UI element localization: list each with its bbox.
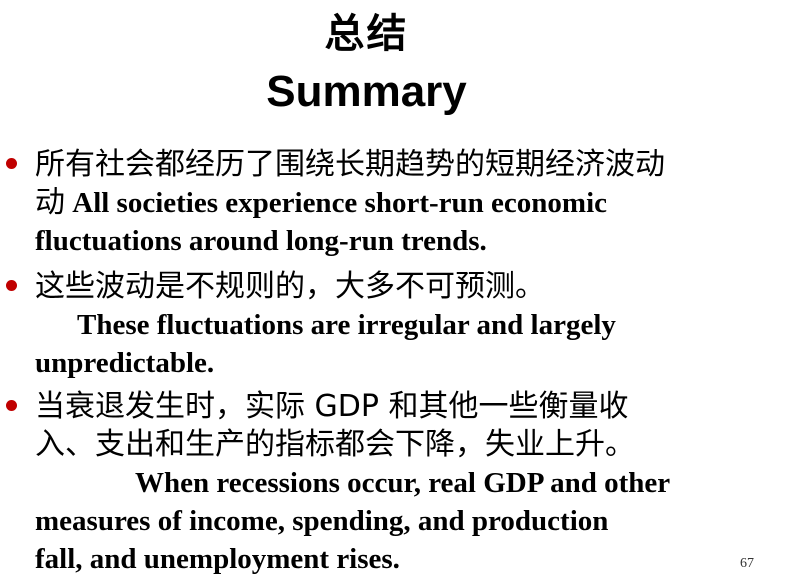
- bullet-1-english-line-1: All societies experience short-run econo…: [72, 187, 607, 219]
- bullet-1-english-line-2: fluctuations around long-run trends.: [35, 225, 487, 257]
- bullet-2-chinese: 这些波动是不规则的，大多不可预测。: [35, 269, 545, 304]
- bullet-dot-icon: [6, 158, 17, 169]
- bullet-dot-icon: [6, 400, 17, 411]
- bullet-item-2: 这些波动是不规则的，大多不可预测。 These fluctuations are…: [0, 268, 754, 382]
- bullet-item-3: 当衰退发生时，实际 GDP 和其他一些衡量收 入、支出和生产的指标都会下降，失业…: [0, 388, 754, 578]
- page-number: 67: [740, 556, 754, 571]
- bullet-2-english-line-2: unpredictable.: [35, 347, 215, 379]
- bullet-3-english-line-2: measures of income, spending, and produc…: [35, 505, 609, 537]
- bullet-1-chinese: 所有社会都经历了围绕长期趋势的短期经济波动: [35, 147, 665, 182]
- bullet-dot-icon: [6, 280, 17, 291]
- bullet-3-chinese-line-2: 入、支出和生产的指标都会下降，失业上升。: [35, 427, 635, 462]
- bullet-3-chinese-line-1: 当衰退发生时，实际 GDP 和其他一些衡量收: [35, 389, 629, 424]
- bullet-list: 所有社会都经历了围绕长期趋势的短期经济波动 动 All societies ex…: [0, 146, 789, 578]
- slide-title-chinese: 总结: [324, 11, 409, 57]
- bullet-3-english-line-3: fall, and unemployment rises.: [35, 543, 400, 575]
- bullet-3-english-line-1: When recessions occur, real GDP and othe…: [135, 467, 671, 499]
- slide: 总结 Summary 所有社会都经历了围绕长期趋势的短期经济波动 动 All s…: [0, 0, 789, 588]
- bullet-item-1: 所有社会都经历了围绕长期趋势的短期经济波动 动 All societies ex…: [0, 146, 754, 260]
- slide-title-english: Summary: [266, 67, 467, 116]
- bullet-2-english-line-1: These fluctuations are irregular and lar…: [77, 309, 616, 341]
